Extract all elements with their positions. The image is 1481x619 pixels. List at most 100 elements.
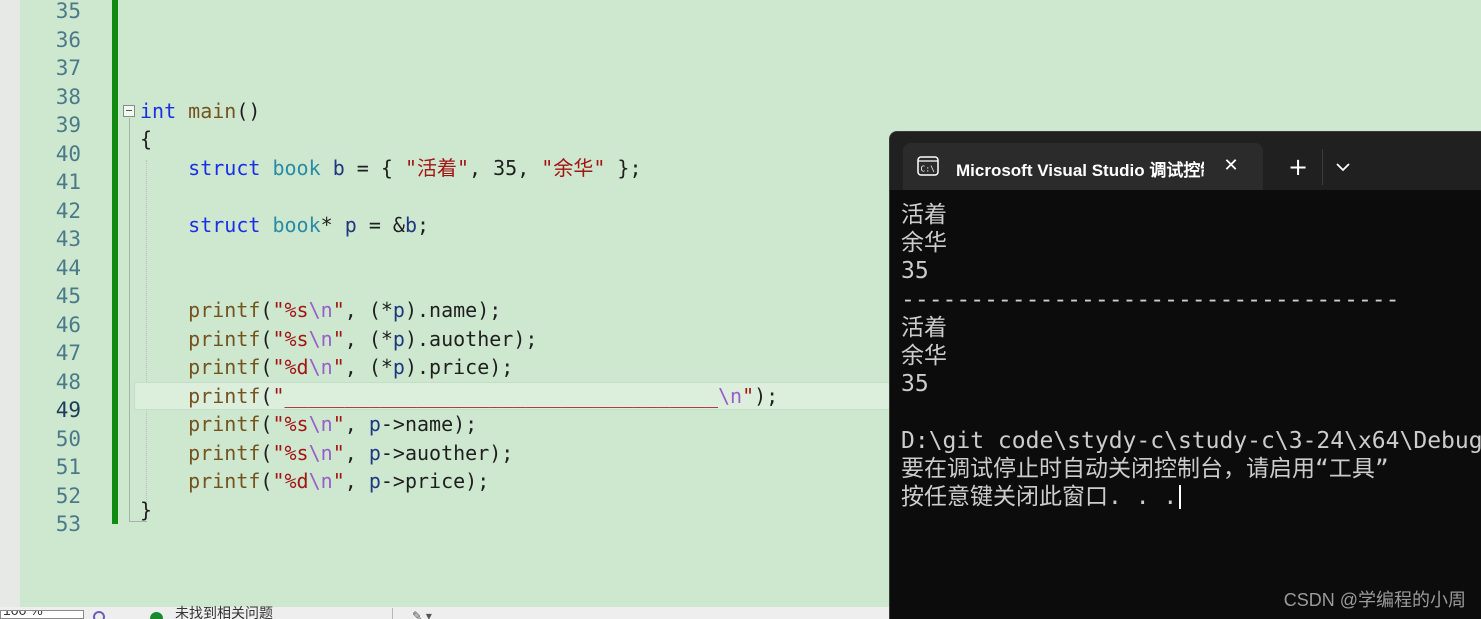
code-token: \n [718, 384, 743, 408]
line-number: 38 [55, 84, 81, 109]
tab-bar-divider [1322, 149, 1323, 185]
code-token: \n [308, 441, 333, 465]
code-token: p [344, 213, 357, 237]
code-token: \n [308, 298, 333, 322]
console-output-line: 活着 [901, 201, 1481, 229]
code-token: p [368, 412, 381, 436]
line-number: 45 [55, 284, 81, 308]
code-token: b [404, 213, 417, 237]
line-number: 46 [55, 312, 81, 337]
code-token: "%s [272, 412, 309, 436]
code-token: " [332, 469, 345, 493]
code-token: printf [188, 441, 261, 465]
line-number: 35 [55, 0, 81, 23]
console-tab[interactable]: C:\ Microsoft Visual Studio 调试控制台 ✕ [903, 143, 1263, 190]
code-line-53[interactable]: } [140, 496, 152, 524]
zoom-level: 100 % [3, 610, 43, 618]
console-output-line: 余华 [901, 342, 1481, 370]
code-token: \n [308, 327, 333, 351]
code-line-50[interactable]: printf("%s\n", p->name); [140, 410, 477, 438]
code-token: printf [188, 355, 261, 379]
code-line-52[interactable]: printf("%d\n", p->price); [140, 467, 489, 495]
new-tab-plus-icon[interactable]: + [1283, 152, 1313, 182]
code-token: \n [308, 469, 333, 493]
zoom-dropdown[interactable]: 100 % [0, 610, 84, 619]
change-tracking-bar [112, 0, 118, 524]
code-token: \n [308, 355, 333, 379]
line-number: 50 [55, 426, 81, 451]
code-token: "余华" [541, 156, 606, 180]
code-token: p [392, 298, 405, 322]
line-number: 51 [55, 455, 81, 479]
code-token: book [272, 213, 321, 237]
line-number: 47 [55, 341, 81, 365]
code-token: " [332, 412, 345, 436]
code-line-51[interactable]: printf("%s\n", p->auother); [140, 439, 513, 467]
code-token: " [332, 355, 345, 379]
line-number: 48 [55, 369, 81, 394]
code-token: " [742, 384, 755, 408]
line-number: 43 [55, 227, 81, 251]
tab-title: Microsoft Visual Studio 调试控制台 [956, 161, 1204, 178]
code-line-40[interactable]: { [140, 125, 152, 153]
code-token: " [332, 327, 345, 351]
watermark: CSDN @学编程的小周 [1283, 590, 1466, 610]
code-line-48[interactable]: printf("%d\n", (*p).price); [140, 353, 513, 381]
close-tab-icon[interactable]: ✕ [1219, 154, 1243, 178]
console-output-text: 余华 [901, 342, 947, 369]
console-output-text: 要在调试停止时自动关闭控制台，请启用“工具” [901, 455, 1389, 482]
code-token: main [188, 99, 237, 123]
editor-margin-strip [0, 0, 20, 607]
code-token: p [392, 327, 405, 351]
code-line-47[interactable]: printf("%s\n", (*p).auother); [140, 325, 537, 353]
code-token: p [368, 441, 381, 465]
console-icon: C:\ [917, 156, 939, 176]
copilot-icon[interactable] [93, 611, 105, 619]
debug-console-window[interactable]: C:\ Microsoft Visual Studio 调试控制台 ✕ + 活着… [889, 131, 1481, 619]
line-number: 42 [55, 198, 81, 223]
code-token: printf [188, 469, 261, 493]
console-output-text: 活着 [901, 202, 947, 228]
code-token: p [368, 469, 381, 493]
code-token: printf [188, 412, 261, 436]
line-number: 36 [55, 27, 81, 52]
code-token: printf [188, 384, 261, 408]
issues-status-text[interactable]: 未找到相关问题 [175, 603, 273, 619]
code-line-41[interactable]: struct book b = { "活着", 35, "余华" }; [140, 154, 641, 182]
code-token: " [332, 441, 345, 465]
terminal-tab-bar: C:\ Microsoft Visual Studio 调试控制台 ✕ + [890, 132, 1481, 190]
cleanup-brush-icon[interactable]: ✎ ▾ [412, 609, 432, 619]
status-bar [0, 607, 890, 619]
console-output-text: D:\git code\stydy-c\study-c\3-24\x64\Deb… [901, 427, 1481, 454]
console-output-line: 活着 [901, 314, 1481, 342]
console-output-line: D:\git code\stydy-c\study-c\3-24\x64\Deb… [901, 427, 1481, 455]
line-number-gutter: 35 36 37 38 39 40 41 42 43 44 45 46 47 48 49 50 51 52 53 [20, 0, 86, 607]
code-token: "____________________________________ [272, 384, 718, 408]
console-output-line: 35 [901, 370, 1481, 398]
console-output-text: 余华 [901, 230, 947, 257]
code-line-49[interactable]: printf("________________________________… [140, 382, 778, 410]
code-line-39[interactable]: int main() [140, 97, 260, 125]
code-token: printf [188, 327, 261, 351]
code-line-43[interactable]: struct book* p = &b; [140, 211, 429, 239]
code-token: b [332, 156, 345, 180]
code-token: struct [188, 156, 261, 180]
console-output-line: 按任意键关闭此窗口. . . [901, 483, 1481, 511]
console-output-line: 要在调试停止时自动关闭控制台，请启用“工具” [901, 455, 1481, 483]
console-output-line: 35 [901, 257, 1481, 285]
line-number: 44 [55, 255, 81, 280]
no-issues-icon [150, 612, 163, 619]
code-token: p [392, 355, 405, 379]
collapse-outline-icon[interactable] [123, 105, 135, 117]
chevron-down-icon[interactable] [1328, 152, 1358, 182]
line-number: 53 [55, 512, 81, 536]
code-token: struct [188, 213, 261, 237]
code-token: "%s [272, 298, 309, 322]
console-output-text: 活着 [901, 314, 947, 341]
line-number: 39 [55, 113, 81, 137]
code-line-46[interactable]: printf("%s\n", (*p).name); [140, 296, 501, 324]
line-number: 52 [55, 483, 81, 508]
line-number: 40 [55, 141, 81, 166]
text-cursor [1179, 485, 1182, 510]
